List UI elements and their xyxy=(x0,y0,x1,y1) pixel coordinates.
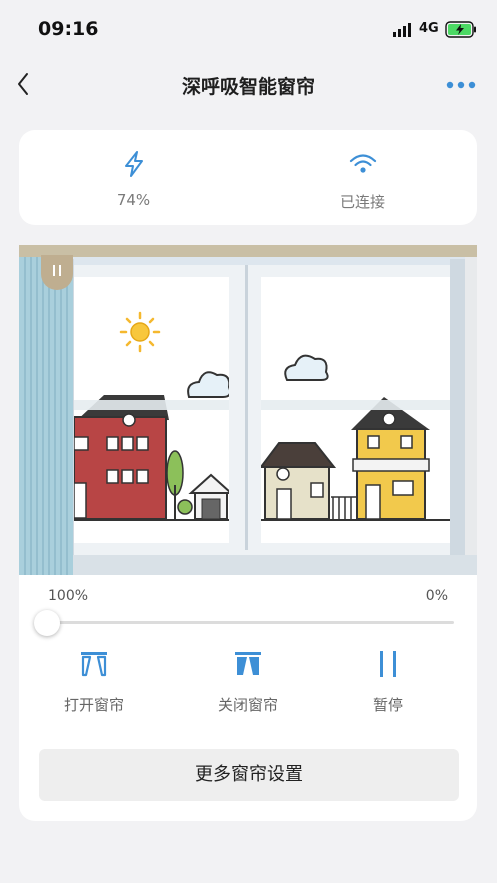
close-curtain-label: 关闭窗帘 xyxy=(217,696,278,714)
battery-icon xyxy=(445,21,476,38)
pause-icon xyxy=(380,651,396,677)
device-info-card: 74% 已连接 xyxy=(19,130,477,225)
slider-track[interactable] xyxy=(46,621,454,624)
status-bar: 09:16 4G xyxy=(0,0,497,60)
close-curtain-icon xyxy=(235,652,261,675)
close-curtain-button[interactable]: 关闭窗帘 xyxy=(188,648,308,718)
slider-min-label: 100% xyxy=(48,588,89,604)
signal-icon xyxy=(393,23,411,37)
connection-status: 已连接 xyxy=(339,193,385,211)
open-curtain-button[interactable]: 打开窗帘 xyxy=(34,648,154,718)
connection-info: 已连接 xyxy=(248,130,477,225)
wifi-icon xyxy=(349,154,376,173)
curtain-control-card: 100% 0% 打开窗帘 关闭窗帘 暂停 更多窗帘设置 xyxy=(19,245,477,821)
open-curtain-label: 打开窗帘 xyxy=(63,696,124,714)
more-icon[interactable] xyxy=(446,80,476,90)
curtain-drag-handle[interactable] xyxy=(41,255,73,290)
lightning-icon xyxy=(124,151,143,177)
window-illustration xyxy=(19,245,477,575)
slider-thumb[interactable] xyxy=(34,610,60,636)
curtain-position-slider[interactable] xyxy=(34,610,454,636)
battery-info: 74% xyxy=(19,130,248,225)
pause-button[interactable]: 暂停 xyxy=(328,648,448,718)
network-type: 4G xyxy=(419,21,439,36)
page-title: 深呼吸智能窗帘 xyxy=(181,76,315,98)
status-time: 09:16 xyxy=(38,18,99,40)
slider-max-label: 0% xyxy=(425,588,448,604)
sun-icon xyxy=(119,311,161,353)
navigation-bar: 深呼吸智能窗帘 xyxy=(0,60,497,110)
open-curtain-icon xyxy=(81,652,107,677)
pause-label: 暂停 xyxy=(372,696,403,714)
more-settings-button[interactable]: 更多窗帘设置 xyxy=(39,749,459,801)
battery-level: 74% xyxy=(116,191,151,209)
